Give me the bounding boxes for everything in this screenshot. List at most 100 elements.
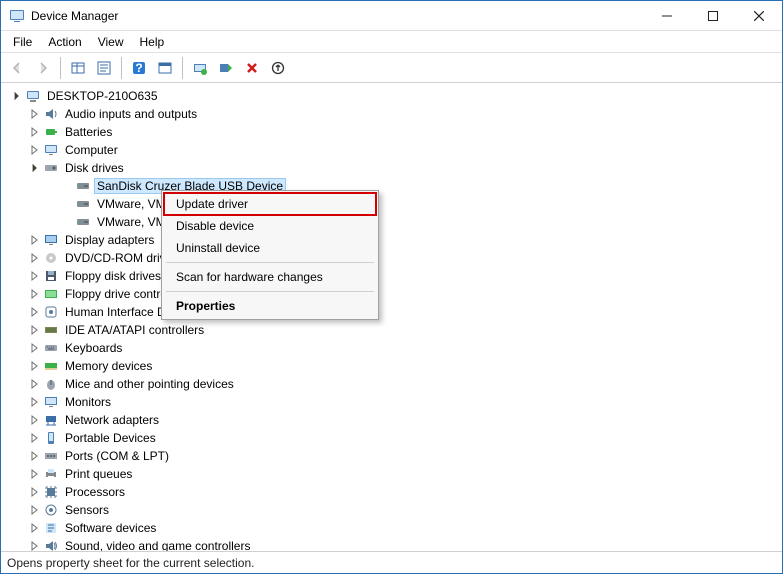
expand-icon[interactable] <box>27 449 41 463</box>
show-all-button[interactable] <box>66 56 90 80</box>
tree-category[interactable]: IDE ATA/ATAPI controllers <box>3 321 780 339</box>
ports-icon <box>43 448 59 464</box>
tree-category[interactable]: Network adapters <box>3 411 780 429</box>
device-tree[interactable]: DESKTOP-210O635 Audio inputs and outputs… <box>1 83 782 551</box>
tree-category[interactable]: Ports (COM & LPT) <box>3 447 780 465</box>
expand-icon[interactable] <box>27 233 41 247</box>
help-button[interactable]: ? <box>127 56 151 80</box>
expand-icon[interactable] <box>27 359 41 373</box>
disk-icon <box>43 160 59 176</box>
window-title: Device Manager <box>31 9 118 23</box>
expand-icon[interactable] <box>27 341 41 355</box>
close-button[interactable] <box>736 1 782 31</box>
tree-category[interactable]: Portable Devices <box>3 429 780 447</box>
drive-icon <box>75 214 91 230</box>
category-label: Software devices <box>63 521 158 535</box>
menu-action[interactable]: Action <box>40 33 89 51</box>
menu-view[interactable]: View <box>90 33 132 51</box>
context-item[interactable]: Disable device <box>164 215 376 237</box>
expand-icon[interactable] <box>27 107 41 121</box>
titlebar: Device Manager <box>1 1 782 31</box>
forward-button[interactable] <box>31 56 55 80</box>
tree-category[interactable]: Print queues <box>3 465 780 483</box>
context-menu: Update driverDisable deviceUninstall dev… <box>161 190 379 320</box>
tree-category[interactable]: Processors <box>3 483 780 501</box>
tree-category[interactable]: Memory devices <box>3 357 780 375</box>
context-item[interactable]: Uninstall device <box>164 237 376 259</box>
action-properties-button[interactable] <box>153 56 177 80</box>
keyboard-icon <box>43 340 59 356</box>
portable-icon <box>43 430 59 446</box>
category-label: Audio inputs and outputs <box>63 107 199 121</box>
collapse-icon[interactable] <box>9 89 23 103</box>
sound-icon <box>43 538 59 551</box>
category-label: Disk drives <box>63 161 126 175</box>
expand-icon[interactable] <box>27 395 41 409</box>
ide-icon <box>43 322 59 338</box>
tree-category[interactable]: Audio inputs and outputs <box>3 105 780 123</box>
tree-category[interactable]: DVD/CD-ROM drives <box>3 249 780 267</box>
collapse-icon[interactable] <box>27 161 41 175</box>
scan-hardware-button[interactable] <box>266 56 290 80</box>
drive-icon <box>75 196 91 212</box>
category-label: Processors <box>63 485 127 499</box>
expand-icon[interactable] <box>27 125 41 139</box>
tree-category[interactable]: Sensors <box>3 501 780 519</box>
expand-icon[interactable] <box>27 539 41 551</box>
tree-category[interactable]: Sound, video and game controllers <box>3 537 780 551</box>
maximize-button[interactable] <box>690 1 736 31</box>
expand-icon[interactable] <box>27 431 41 445</box>
tree-device[interactable]: VMware, VMware Virtual S SCSI Disk Devic… <box>3 213 780 231</box>
battery-icon <box>43 124 59 140</box>
expand-icon[interactable] <box>27 287 41 301</box>
menu-file[interactable]: File <box>5 33 40 51</box>
minimize-button[interactable] <box>644 1 690 31</box>
expand-icon[interactable] <box>27 251 41 265</box>
sensor-icon <box>43 502 59 518</box>
properties-button[interactable] <box>92 56 116 80</box>
tree-category[interactable]: Monitors <box>3 393 780 411</box>
expand-icon[interactable] <box>27 413 41 427</box>
uninstall-device-button[interactable] <box>214 56 238 80</box>
category-label: Monitors <box>63 395 113 409</box>
expand-icon[interactable] <box>27 305 41 319</box>
tree-device[interactable]: VMware, VMware Virtual S SCSI Disk Devic… <box>3 195 780 213</box>
toolbar-separator <box>121 57 122 79</box>
expand-icon[interactable] <box>27 503 41 517</box>
network-icon <box>43 412 59 428</box>
tree-category[interactable]: Batteries <box>3 123 780 141</box>
expand-icon[interactable] <box>27 485 41 499</box>
cpu-icon <box>43 484 59 500</box>
context-item[interactable]: Update driver <box>164 193 376 215</box>
back-button[interactable] <box>5 56 29 80</box>
expand-icon[interactable] <box>27 269 41 283</box>
expand-icon[interactable] <box>27 323 41 337</box>
drive-icon <box>75 178 91 194</box>
menu-help[interactable]: Help <box>132 33 173 51</box>
expand-icon[interactable] <box>27 377 41 391</box>
disable-device-button[interactable] <box>240 56 264 80</box>
tree-category[interactable]: Human Interface Devices <box>3 303 780 321</box>
tree-category[interactable]: Computer <box>3 141 780 159</box>
expand-icon[interactable] <box>27 467 41 481</box>
context-item[interactable]: Scan for hardware changes <box>164 266 376 288</box>
category-label: Computer <box>63 143 120 157</box>
tree-device[interactable]: SanDisk Cruzer Blade USB Device <box>3 177 780 195</box>
tree-root[interactable]: DESKTOP-210O635 <box>3 87 780 105</box>
tree-category[interactable]: Floppy drive controllers <box>3 285 780 303</box>
tree-category[interactable]: Software devices <box>3 519 780 537</box>
tree-category[interactable]: Floppy disk drives <box>3 267 780 285</box>
computer-icon <box>43 142 59 158</box>
svg-text:?: ? <box>135 61 142 75</box>
update-driver-button[interactable] <box>188 56 212 80</box>
context-item[interactable]: Properties <box>164 295 376 317</box>
toolbar-separator <box>60 57 61 79</box>
tree-category[interactable]: Keyboards <box>3 339 780 357</box>
tree-category[interactable]: Display adapters <box>3 231 780 249</box>
tree-category[interactable]: Mice and other pointing devices <box>3 375 780 393</box>
expand-icon[interactable] <box>27 521 41 535</box>
root-label: DESKTOP-210O635 <box>45 89 160 103</box>
category-label: Network adapters <box>63 413 161 427</box>
tree-category[interactable]: Disk drives <box>3 159 780 177</box>
expand-icon[interactable] <box>27 143 41 157</box>
